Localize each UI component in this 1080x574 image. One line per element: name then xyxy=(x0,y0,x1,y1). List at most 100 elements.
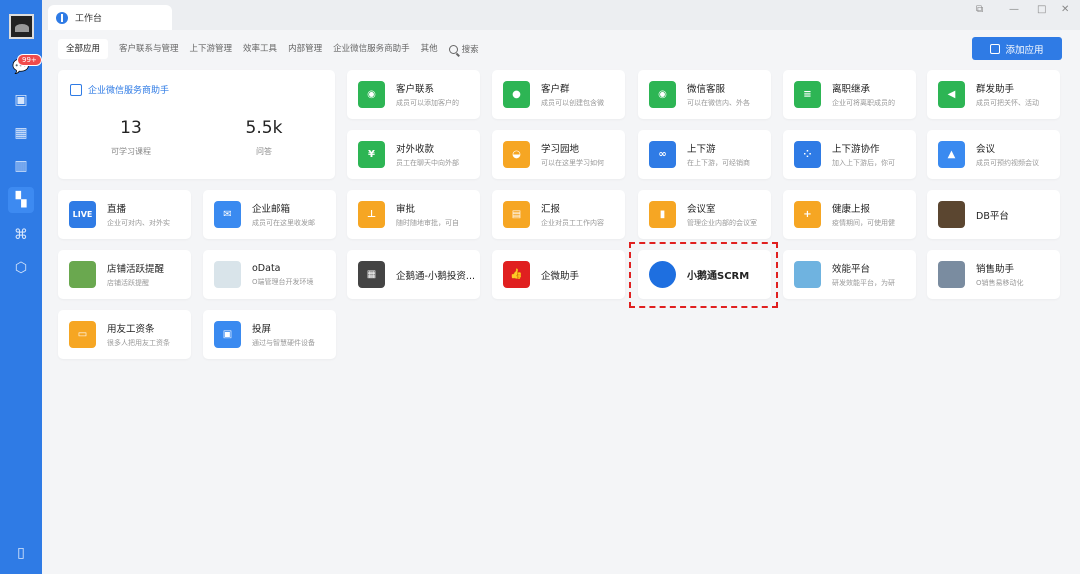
courses-count: 13 xyxy=(120,118,142,138)
tab-efficiency[interactable]: 效率工具 xyxy=(243,39,277,59)
app-name: 离职继承 xyxy=(832,84,871,95)
tab-supply-chain[interactable]: 上下游管理 xyxy=(190,39,233,59)
qa-count: 5.5k xyxy=(245,118,283,138)
app-name: 企业邮箱 xyxy=(252,204,291,215)
app-card[interactable]: 👍 企微助手 xyxy=(492,250,625,299)
app-icon: ● xyxy=(503,81,530,108)
unread-badge: 99+ xyxy=(17,54,42,66)
app-card[interactable]: ▤ 汇报 企业对员工工作内容 xyxy=(492,190,625,239)
org-chart-icon[interactable]: ⌘ xyxy=(11,225,31,245)
app-card[interactable]: 销售助手 O销售易移动化 xyxy=(927,250,1060,299)
app-card[interactable]: ◀ 群发助手 成员可把关怀、活动 xyxy=(927,70,1060,119)
app-desc: 店铺活跃提醒 xyxy=(107,279,149,287)
add-app-label: 添加应用 xyxy=(1005,44,1044,56)
app-name: 群发助手 xyxy=(976,84,1015,95)
info-card-title: 企业微信服务商助手 xyxy=(88,86,170,96)
app-icon: ¥ xyxy=(358,141,385,168)
tab-all-apps[interactable]: 全部应用 xyxy=(58,39,109,59)
tab-internal[interactable]: 内部管理 xyxy=(288,39,322,59)
app-card[interactable]: ◒ 学习园地 可以在这里学习如何 xyxy=(492,130,625,179)
app-desc: O销售易移动化 xyxy=(976,279,1024,287)
close-icon[interactable]: ✕ xyxy=(1061,4,1069,15)
app-card[interactable]: ≡ 离职继承 企业可将离职成员的 xyxy=(783,70,916,119)
maximize-icon[interactable]: □ xyxy=(1037,4,1046,15)
app-card[interactable]: ⊥ 审批 随时随地审批，可自 xyxy=(347,190,480,239)
app-card[interactable]: ▮ 会议室管理企业内部的会议室 xyxy=(638,190,771,239)
app-icon: 👍 xyxy=(503,261,530,288)
app-name: 企微助手 xyxy=(541,270,580,282)
app-card[interactable]: ▭ 用友工资条 很多人把用友工资条 xyxy=(58,310,191,359)
avatar[interactable] xyxy=(9,14,34,39)
app-name: 健康上报 xyxy=(832,204,871,215)
app-text: 微信客服 可以在微信内、外各 xyxy=(687,81,765,108)
app-icon: + xyxy=(794,201,821,228)
app-card[interactable]: ▦ 企鹅通-小鹅投资... xyxy=(347,250,480,299)
app-text: 上下游协作 加入上下游后，你可 xyxy=(832,141,910,168)
app-icon: ∞ xyxy=(649,141,676,168)
app-text: 汇报企业对员工工作内容 xyxy=(541,201,619,228)
more-icon[interactable]: ▯ xyxy=(11,543,31,563)
app-card[interactable]: ⁘ 上下游协作 加入上下游后，你可 xyxy=(783,130,916,179)
qa-label: 问答 xyxy=(256,147,272,156)
app-text: 对外收款 员工在聊天中向外部 xyxy=(396,141,474,168)
app-text: 店铺活跃提醒 店铺活跃提醒 xyxy=(107,261,185,288)
workbench-icon[interactable]: ▚ xyxy=(8,187,34,213)
app-card[interactable]: ▣ 投屏 通过与智慧硬件设备 xyxy=(203,310,336,359)
app-desc: 成员可预约视频会议 xyxy=(976,159,1039,167)
app-text: 客户群 成员可以创建包含微 xyxy=(541,81,619,108)
app-icon: ◀ xyxy=(938,81,965,108)
app-icon xyxy=(69,261,96,288)
app-card[interactable]: ∞ 上下游 在上下游，可经销商 xyxy=(638,130,771,179)
app-icon: ◉ xyxy=(358,81,385,108)
provider-assistant-card[interactable]: 企业微信服务商助手 13 可学习课程 5.5k 问答 xyxy=(58,70,335,179)
app-card[interactable]: 效能平台 研发效能平台，为研 xyxy=(783,250,916,299)
app-text: 企业邮箱成员可在这里收发邮 xyxy=(252,201,330,228)
tab-other[interactable]: 其他 xyxy=(421,39,438,59)
add-app-button[interactable]: 添加应用 xyxy=(972,37,1062,60)
app-card[interactable]: 店铺活跃提醒 店铺活跃提醒 xyxy=(58,250,191,299)
calendar-icon[interactable]: ▦ xyxy=(11,123,31,143)
app-text: 健康上报疫情期间，可使用健 xyxy=(832,201,910,228)
app-name: 对外收款 xyxy=(396,144,435,155)
app-card[interactable]: + 健康上报疫情期间，可使用健 xyxy=(783,190,916,239)
app-icon xyxy=(794,261,821,288)
app-text: 客户联系 成员可以添加客户的 xyxy=(396,81,474,108)
tab-workbench[interactable]: 工作台 xyxy=(48,5,172,30)
workbench-tab-icon xyxy=(56,11,68,24)
app-card[interactable]: ▲ 会议 成员可预约视频会议 xyxy=(927,130,1060,179)
tab-title: 工作台 xyxy=(75,14,103,24)
app-name: 店铺活跃提醒 xyxy=(107,264,165,275)
cube-icon[interactable]: ⬡ xyxy=(11,258,31,278)
app-card[interactable]: ◉ 微信客服 可以在微信内、外各 xyxy=(638,70,771,119)
app-text: 离职继承 企业可将离职成员的 xyxy=(832,81,910,108)
docs-icon[interactable]: ▥ xyxy=(11,156,31,176)
app-desc: 成员可在这里收发邮 xyxy=(252,219,315,227)
app-card[interactable]: ◉ 客户联系 成员可以添加客户的 xyxy=(347,70,480,119)
app-desc: 疫情期间，可使用健 xyxy=(832,219,895,227)
app-icon: ⊥ xyxy=(358,201,385,228)
app-card[interactable]: ¥ 对外收款 员工在聊天中向外部 xyxy=(347,130,480,179)
workbench-main: 全部应用 客户联系与管理 上下游管理 效率工具 内部管理 企业微信服务商助手 其… xyxy=(42,30,1080,574)
popout-icon[interactable]: ⧉ xyxy=(976,4,983,15)
search-button[interactable]: 搜索 xyxy=(448,43,479,55)
app-icon: ▮ xyxy=(649,201,676,228)
app-icon: ▲ xyxy=(938,141,965,168)
tab-customer[interactable]: 客户联系与管理 xyxy=(119,39,179,59)
app-text: DB平台 xyxy=(976,208,1009,222)
app-name: 汇报 xyxy=(541,204,561,215)
app-card[interactable]: LIVE 直播 企业可对内、对外实 xyxy=(58,190,191,239)
tab-provider-assistant[interactable]: 企业微信服务商助手 xyxy=(333,39,410,59)
app-desc: 企业对员工工作内容 xyxy=(541,219,604,227)
app-desc: 管理企业内部的会议室 xyxy=(687,219,757,227)
app-name: oData xyxy=(252,262,281,274)
app-text: 企微助手 xyxy=(541,268,579,282)
app-text: 学习园地 可以在这里学习如何 xyxy=(541,141,619,168)
contacts-icon[interactable]: ▣ xyxy=(11,90,31,110)
app-card[interactable]: oData O端管理台开发环境 xyxy=(203,250,336,299)
minimize-icon[interactable]: — xyxy=(1009,4,1019,15)
app-icon: LIVE xyxy=(69,201,96,228)
app-card[interactable]: DB平台 xyxy=(927,190,1060,239)
app-card[interactable]: ✉ 企业邮箱 成员可在这里收发邮 xyxy=(203,190,336,239)
app-name: 会议室 xyxy=(687,204,716,215)
app-card[interactable]: ● 客户群 成员可以创建包含微 xyxy=(492,70,625,119)
